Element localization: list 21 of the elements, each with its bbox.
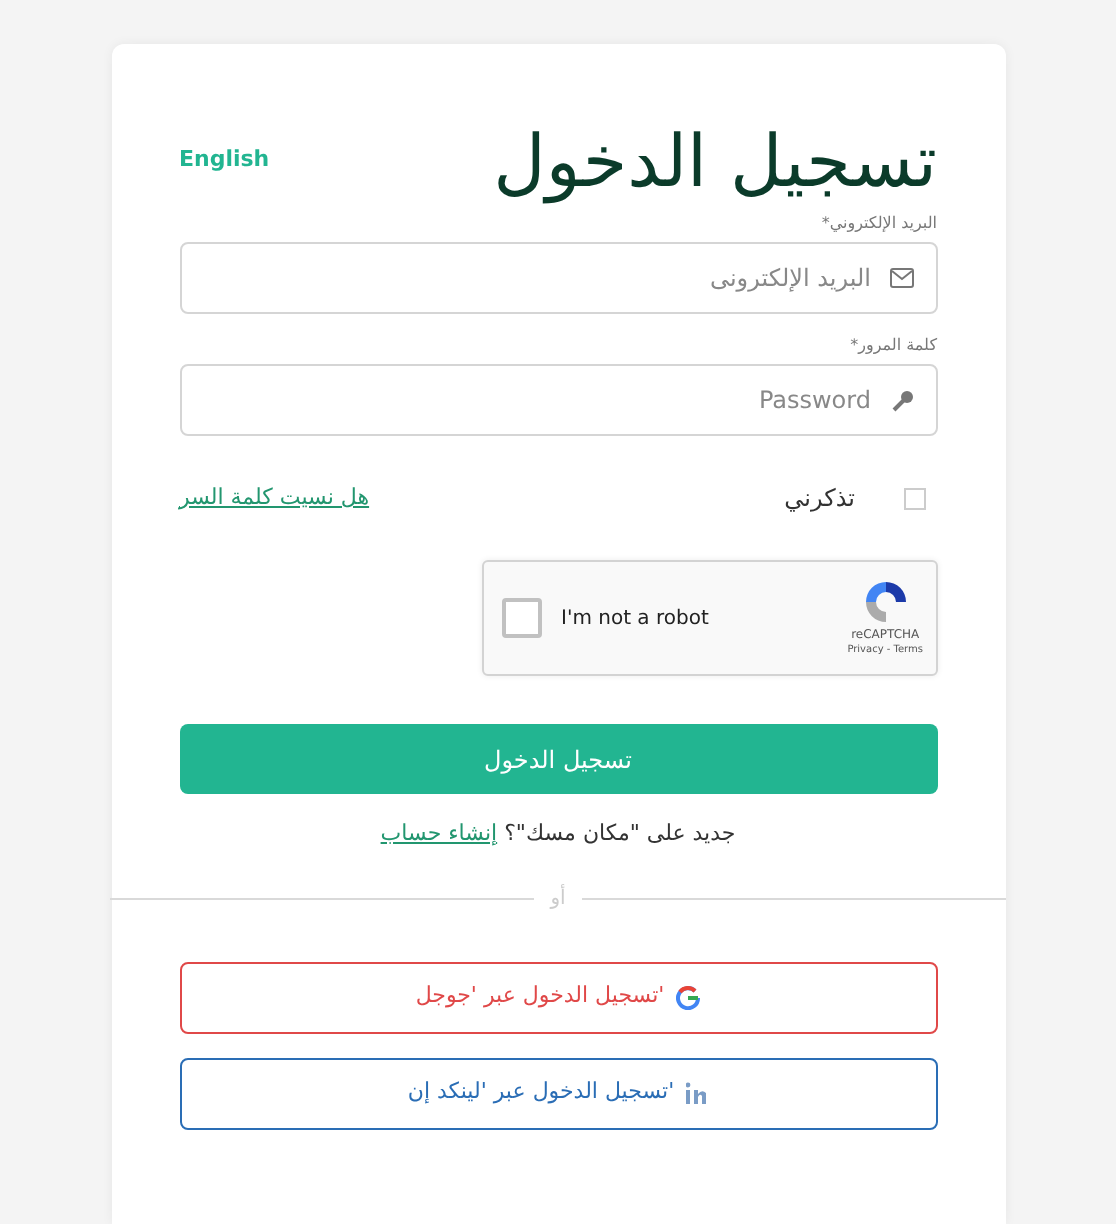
google-icon (676, 985, 701, 1009)
remember-checkbox[interactable] (903, 487, 925, 509)
recaptcha-logo-icon (861, 577, 910, 626)
signup-link[interactable]: إنشاء حساب (380, 820, 498, 846)
google-login-button[interactable]: 'تسجيل الدخول عبر 'جوجل (179, 961, 937, 1033)
field-label: البريد الإلكتروني* (819, 212, 937, 236)
linkedin-login-button[interactable]: 'تسجيل الدخول عبر 'لينكد إن (179, 1057, 937, 1129)
key-icon (891, 389, 913, 411)
login-button[interactable]: تسجيل الدخول (179, 724, 937, 794)
field-label: كلمة المرور* (848, 334, 937, 358)
language-link[interactable]: English (179, 143, 270, 177)
signup-prompt: جديد على "مكان مسك"؟ (504, 820, 736, 846)
linkedin-icon (686, 1082, 709, 1104)
envelope-icon (889, 268, 913, 288)
input-field[interactable]: Password (179, 364, 937, 436)
captcha-label: I'm not a robot (561, 605, 711, 633)
captcha-checkbox[interactable] (501, 598, 541, 638)
remember-label: تذكرني (784, 482, 855, 516)
forgot-password-link[interactable]: هل نسيت كلمة السر (179, 481, 370, 515)
input-field[interactable]: البريد الإلكترونى (179, 242, 937, 314)
page-title: تسجيل الدخول (493, 120, 937, 208)
